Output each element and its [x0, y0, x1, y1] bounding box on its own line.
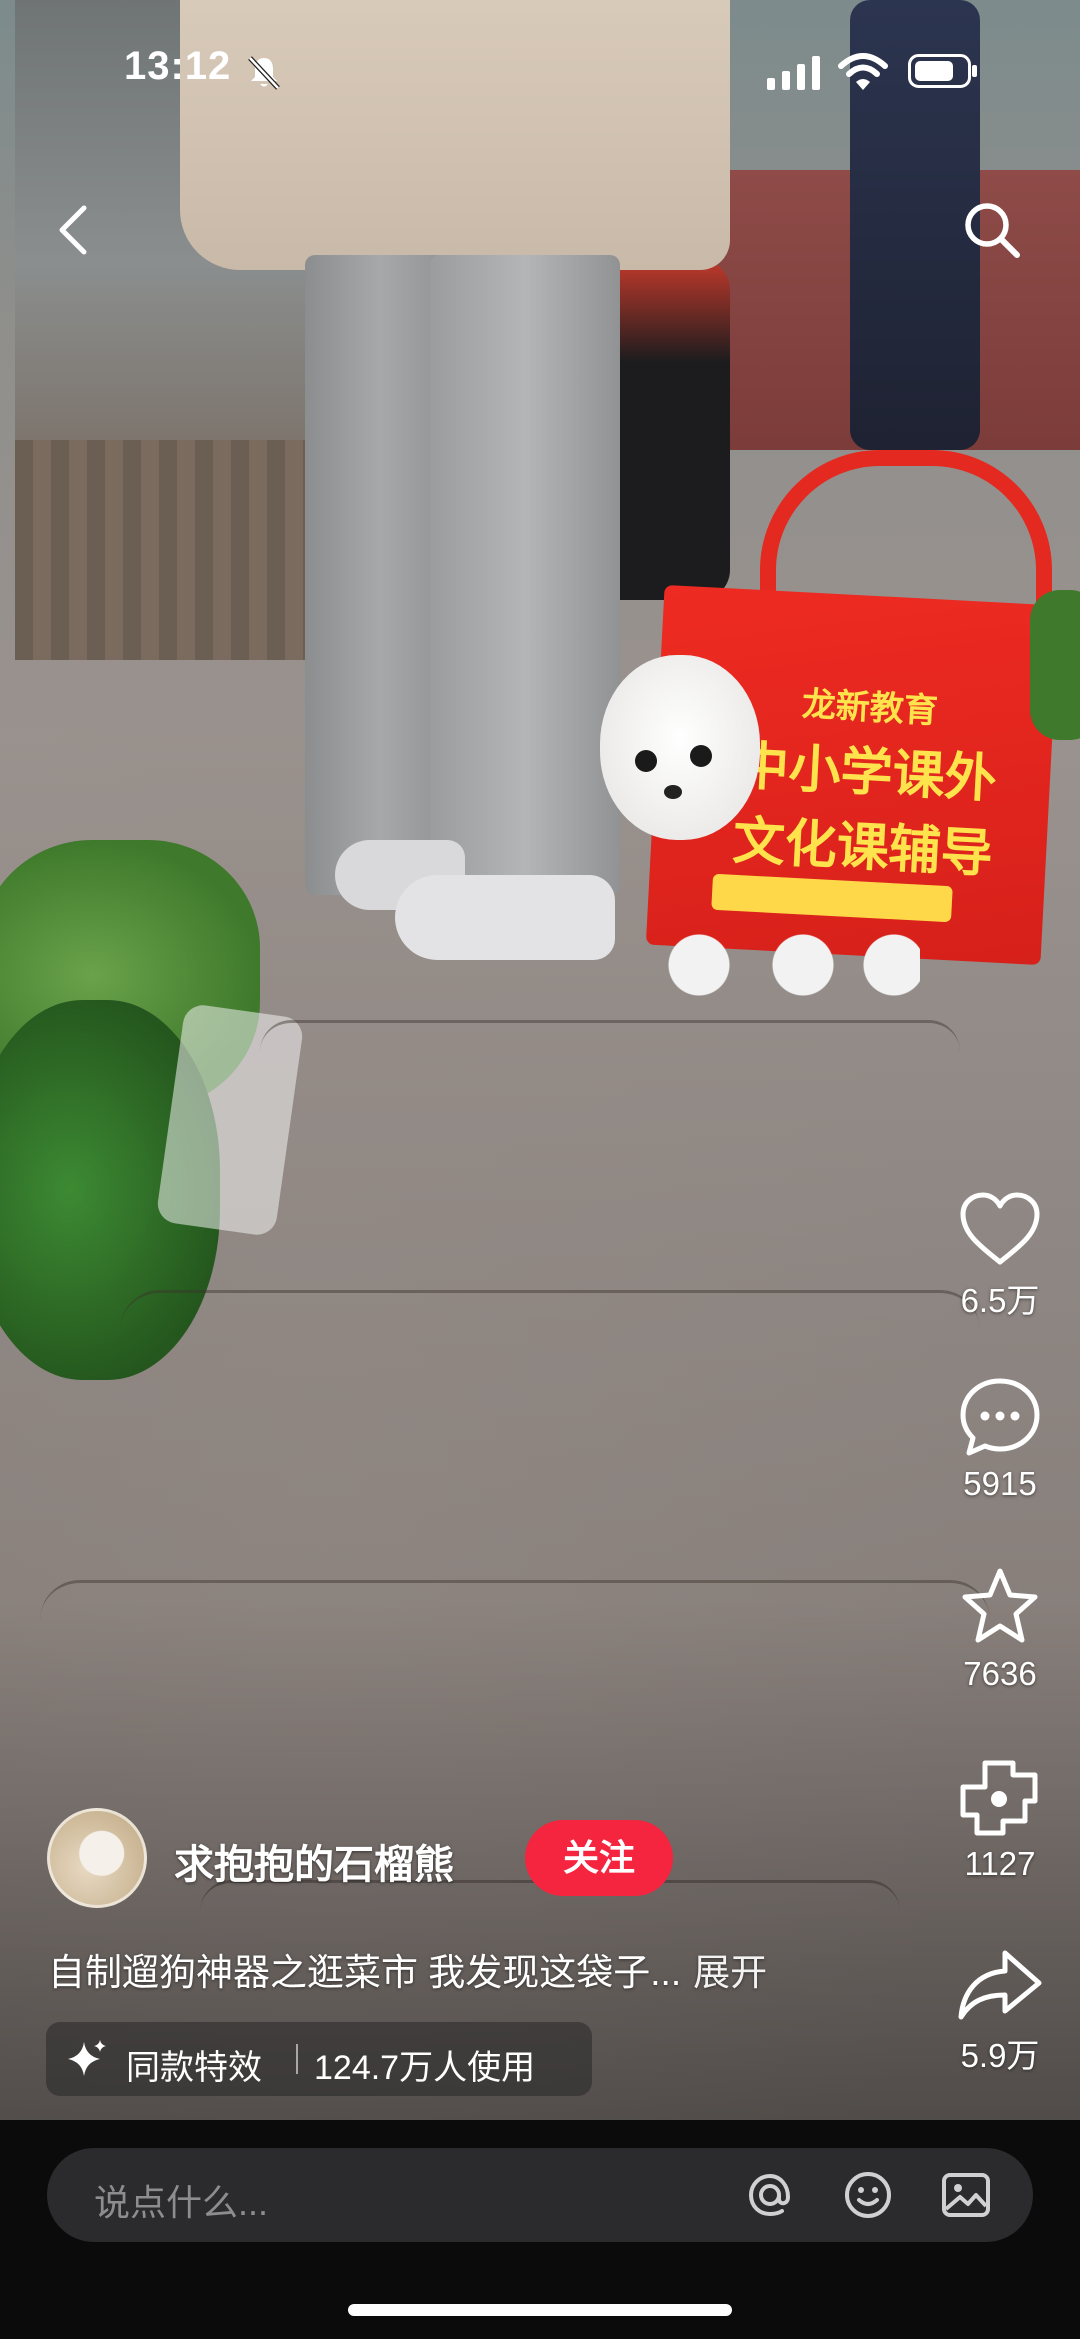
effect-label: 同款特效 — [126, 2049, 262, 2087]
like-count: 6.5万 — [960, 1282, 1040, 1319]
video-scene-pavement-line — [120, 1290, 980, 1373]
back-icon[interactable] — [48, 200, 100, 260]
emoji-icon[interactable] — [837, 2164, 899, 2226]
share-button[interactable]: 5.9万 — [940, 1945, 1060, 2077]
video-scene-dog-eye — [635, 750, 657, 772]
video-caption[interactable]: 自制遛狗神器之逛菜市 我发现这袋子... 展开 — [48, 1942, 767, 1996]
author-name[interactable]: 求抱抱的石榴熊 — [174, 1832, 454, 1890]
effect-share-count: 1127 — [964, 1845, 1036, 1882]
video-scene-shoe — [395, 875, 615, 960]
effect-tag[interactable]: 同款特效 124.7万人使用 — [46, 2022, 592, 2096]
video-scene-dog-nose — [664, 785, 682, 799]
video-scene-dog-legs — [660, 930, 920, 1000]
search-icon[interactable] — [957, 195, 1027, 265]
home-indicator[interactable] — [348, 2304, 732, 2316]
video-player[interactable]: 龙新教育 中小学课外 文化课辅导 — [0, 0, 1080, 2120]
author-row: 求抱抱的石榴熊 关注 — [47, 1808, 687, 1912]
effect-share-button[interactable]: 1127 — [940, 1755, 1060, 1883]
favorite-button[interactable]: 7636 — [940, 1565, 1060, 1693]
comment-count: 5915 — [963, 1465, 1037, 1502]
video-scene-legs-right — [430, 255, 620, 895]
heart-icon[interactable] — [957, 1190, 1043, 1270]
video-scene-pavement-line — [260, 1020, 960, 1083]
comment-button[interactable]: 5915 — [940, 1375, 1060, 1503]
image-icon[interactable] — [935, 2164, 997, 2226]
sparkle-icon — [68, 2040, 106, 2076]
status-bar: 13:12 — [0, 0, 1080, 140]
video-scene-dog — [600, 655, 760, 840]
effect-divider — [296, 2044, 298, 2074]
comment-input[interactable]: 说点什么... — [47, 2148, 1033, 2242]
status-time: 13:12 — [124, 44, 232, 88]
battery-icon — [908, 54, 977, 88]
follow-button[interactable]: 关注 — [525, 1820, 673, 1896]
at-icon[interactable] — [739, 2164, 801, 2226]
video-scene-greens-right — [1030, 590, 1080, 740]
signal-icon — [767, 56, 820, 90]
expand-button[interactable]: 展开 — [693, 1952, 767, 1993]
comment-icon[interactable] — [957, 1375, 1043, 1461]
share-alt-icon[interactable] — [955, 1755, 1045, 1841]
share-icon[interactable] — [955, 1945, 1045, 2025]
comment-placeholder: 说点什么... — [94, 2182, 269, 2223]
avatar[interactable] — [47, 1808, 147, 1908]
favorite-count: 7636 — [963, 1655, 1037, 1692]
effect-usage: 124.7万人使用 — [314, 2049, 536, 2087]
caption-text: 自制遛狗神器之逛菜市 我发现这袋子... — [48, 1952, 682, 1993]
bell-mute-icon — [248, 56, 280, 90]
star-icon[interactable] — [957, 1565, 1043, 1651]
share-count: 5.9万 — [960, 2037, 1040, 2074]
like-button[interactable]: 6.5万 — [940, 1190, 1060, 1322]
video-scene-dog-eye — [690, 745, 712, 767]
wifi-icon — [838, 53, 888, 90]
